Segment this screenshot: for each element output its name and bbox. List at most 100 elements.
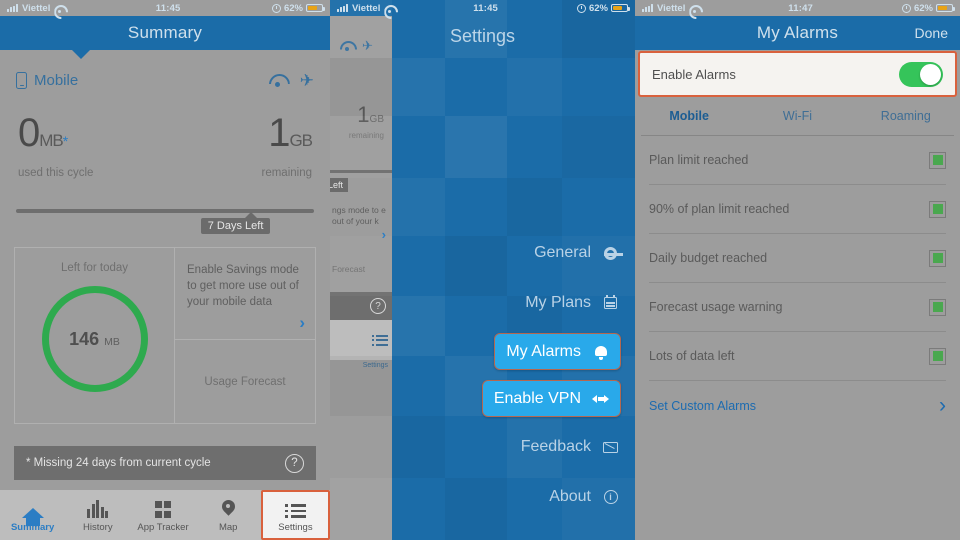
remaining-unit: GB [289,131,313,150]
status-bar-clock: 11:47 [788,2,814,14]
table-row[interactable]: Lots of data left [649,332,946,381]
menu-item-my-plans-label: My Plans [525,294,591,311]
used-value-row: 0MB* [18,113,262,160]
calendar-icon [602,295,619,309]
right-cards-column: Enable Savings mode to get more use out … [175,248,315,423]
connection-icons: ✈ [269,72,314,89]
tab-roaming[interactable]: Roaming [852,109,960,123]
usage-forecast-card[interactable]: Usage Forecast [175,340,315,423]
bottom-tab-bar: Summary History App Tracker Map Settings [0,490,330,540]
battery-percent: 62% [588,2,608,14]
battery-icon [611,3,630,13]
set-custom-alarms-row[interactable]: Set Custom Alarms › [649,381,946,430]
grid-icon [154,498,172,518]
enable-alarms-toggle[interactable] [899,61,943,87]
connection-selector[interactable]: Mobile ✈ [0,50,330,96]
summary-navbar: Summary [0,16,330,50]
status-bar-left: Viettel [7,3,64,14]
table-row[interactable]: 90% of plan limit reached [649,185,946,234]
bell-icon [592,345,609,360]
status-bar-left: Viettel [337,3,394,14]
alarm-label: Daily budget reached [649,251,768,265]
left-for-today-card[interactable]: Left for today 146 MB [15,248,175,423]
alarm-checkbox[interactable] [929,200,946,218]
remaining-block: 1GB remaining [261,113,313,179]
low-power-mode-icon [901,3,911,13]
menu-item-enable-vpn[interactable]: Enable VPN [481,380,621,417]
menu-item-my-plans[interactable]: My Plans [525,278,621,328]
tab-settings[interactable]: Settings [260,490,330,540]
status-bar-summary: Viettel 11:45 62% [0,0,330,16]
tab-app-tracker[interactable]: App Tracker [130,490,195,540]
wifi-toggle-icon[interactable] [269,74,286,87]
enable-alarms-row[interactable]: Enable Alarms [638,51,957,97]
alarm-checkbox[interactable] [929,249,946,267]
tab-map[interactable]: Map [196,490,261,540]
summary-cards: Left for today 146 MB Enable Savings mod… [14,247,316,424]
summary-body: Mobile ✈ 0MB* used this cycle 1GB remain… [0,50,330,540]
settings-panel: ✈ 1GB remaining s Left ngs mode to e out… [330,0,635,540]
menu-item-my-alarms[interactable]: My Alarms [494,333,621,370]
summary-panel: Viettel 11:45 62% Summary Mobile ✈ 0MB* … [0,0,330,540]
tab-map-label: Map [218,521,238,533]
home-icon [21,498,44,526]
table-row[interactable]: Plan limit reached [649,136,946,185]
chevron-right-icon[interactable]: › [299,313,305,333]
status-bar-clock: 11:45 [473,2,499,14]
status-bar-settings: Viettel 11:45 62% [330,0,635,16]
status-bar-right: 62% [576,2,630,14]
remaining-caption: remaining [261,167,313,179]
mail-icon [602,441,619,453]
alarm-label: Plan limit reached [649,153,749,167]
tab-wifi[interactable]: Wi-Fi [743,109,851,123]
daily-allowance-ring: 146 MB [41,286,148,392]
help-icon[interactable]: ? [285,453,304,473]
menu-item-general[interactable]: General [534,228,623,278]
chevron-right-icon[interactable]: › [939,395,946,416]
phone-icon [16,71,27,89]
used-unit: MB [39,131,63,150]
savings-mode-card[interactable]: Enable Savings mode to get more use out … [175,248,315,340]
table-row[interactable]: Daily budget reached [649,234,946,283]
status-bar-clock: 11:45 [155,2,181,14]
status-bar-alarms: Viettel 11:47 62% [635,0,960,16]
alarm-checkbox[interactable] [929,151,946,169]
page-title: Summary [127,23,203,42]
asterisk-marker: * [62,133,69,149]
table-row[interactable]: Forecast usage warning [649,283,946,332]
status-bar-right: 62% [901,3,955,14]
alarm-checkbox[interactable] [929,347,946,365]
status-bar-right: 62% [271,2,325,14]
days-left-badge: 7 Days Left [200,218,271,234]
info-icon: i [602,490,619,504]
settings-menu: General My Plans My Alarms Enable VPN Fe… [481,228,623,522]
airplane-mode-icon[interactable]: ✈ [300,72,314,89]
menu-item-about[interactable]: About i [549,472,621,522]
tab-summary[interactable]: Summary [0,490,65,540]
cycle-timeline: 7 Days Left [16,209,314,234]
tab-mobile[interactable]: Mobile [635,109,743,123]
wifi-icon [384,4,394,13]
enable-alarms-label: Enable Alarms [652,66,736,82]
battery-icon [936,3,955,13]
my-alarms-panel: Viettel 11:47 62% My Alarms Done Enable … [635,0,960,540]
alarm-scope-tabs: Mobile Wi-Fi Roaming [635,97,960,135]
missing-days-banner: * Missing 24 days from current cycle ? [14,446,316,480]
done-button[interactable]: Done [915,25,948,41]
screenshot-stage: Viettel 11:45 62% Summary Mobile ✈ 0MB* … [0,0,960,540]
left-for-today-title: Left for today [60,262,129,274]
low-power-mode-icon [271,3,281,13]
tab-app-tracker-label: App Tracker [137,521,189,533]
menu-item-enable-vpn-label: Enable VPN [493,389,581,407]
tab-history[interactable]: History [65,490,130,540]
alarm-label: Forecast usage warning [649,300,783,314]
savings-mode-text: Enable Savings mode to get more use out … [187,264,299,308]
menu-item-about-label: About [549,488,591,505]
map-pin-icon [222,498,235,518]
battery-percent: 62% [283,2,303,14]
menu-item-feedback-label: Feedback [520,438,591,455]
alarm-checkbox[interactable] [929,298,946,316]
menu-item-feedback[interactable]: Feedback [521,422,621,472]
signal-bars-icon [337,4,348,12]
menu-item-general-label: General [534,244,591,261]
